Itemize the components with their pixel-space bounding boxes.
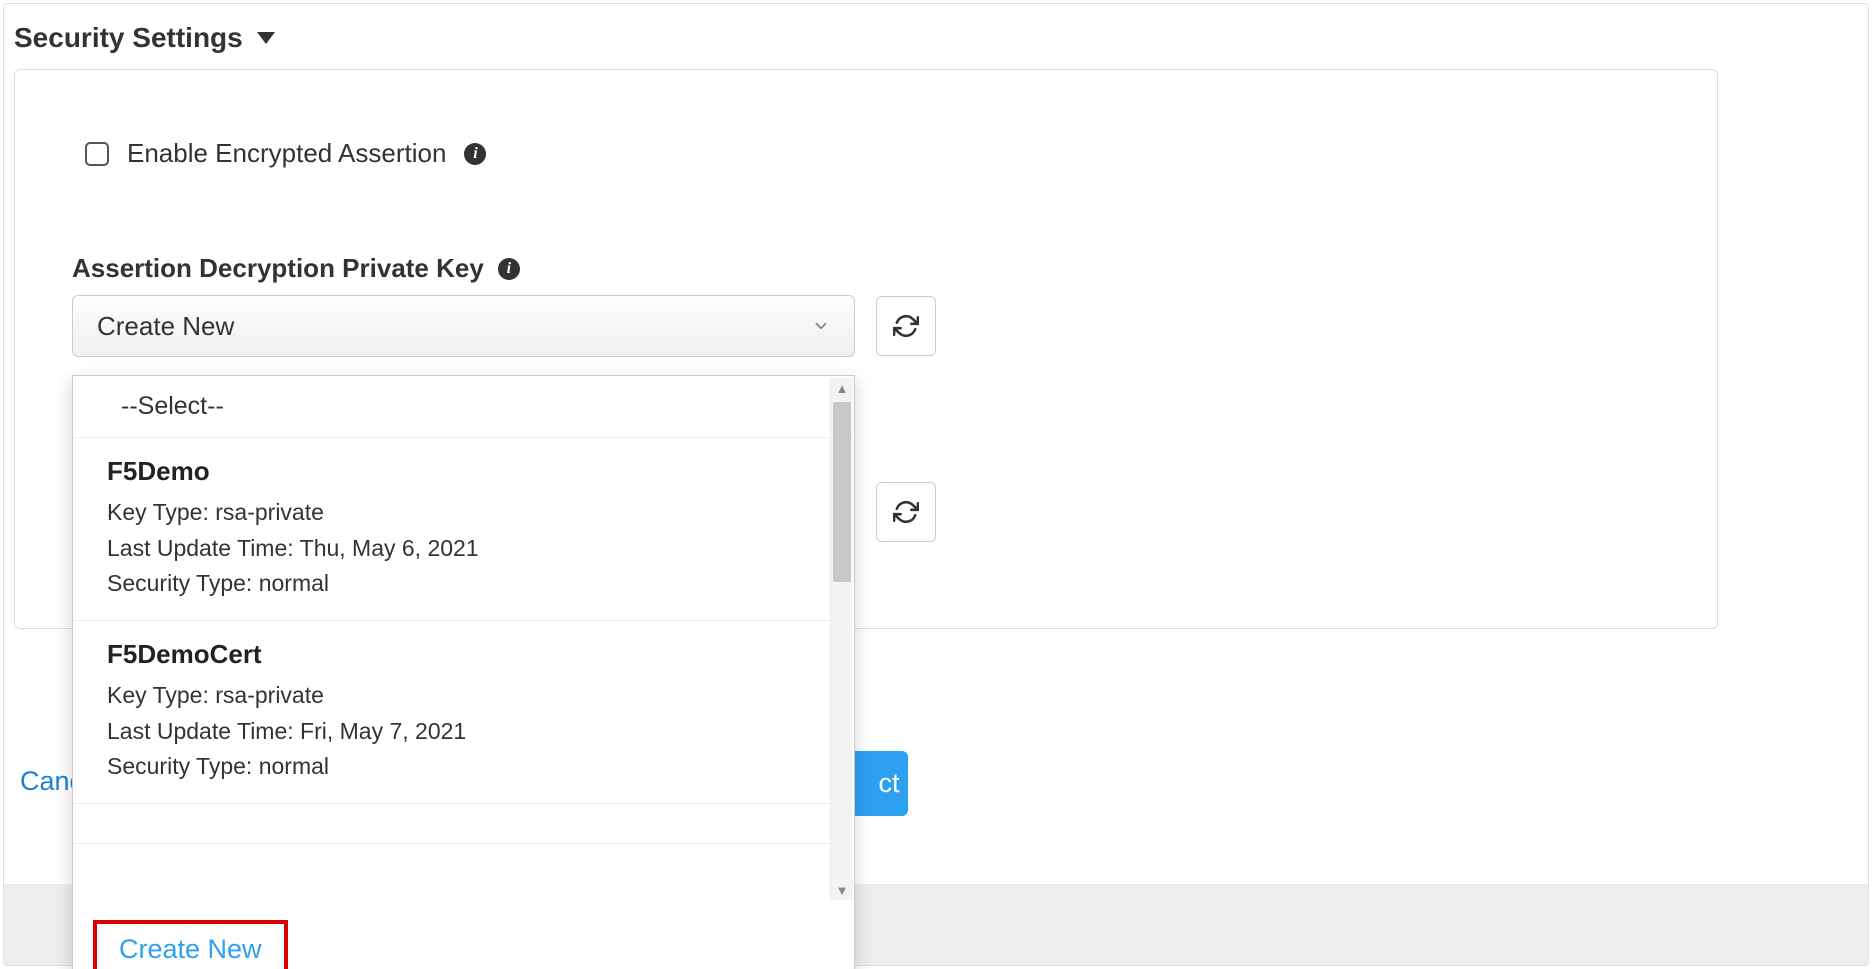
- dropdown-footer: Create New: [73, 906, 854, 969]
- info-icon[interactable]: [464, 143, 486, 165]
- scrollbar[interactable]: ▲ ▼: [830, 378, 852, 900]
- assertion-key-label: Assertion Decryption Private Key: [72, 253, 484, 284]
- refresh-icon: [893, 313, 919, 339]
- dropdown-option-f5demo[interactable]: F5Demo Key Type: rsa-private Last Update…: [73, 438, 854, 621]
- section-header[interactable]: Security Settings: [14, 22, 275, 54]
- meta-value: normal: [259, 570, 329, 596]
- option-meta: Security Type: normal: [107, 566, 820, 602]
- scroll-up-arrow-icon[interactable]: ▲: [831, 378, 853, 398]
- create-new-label: Create New: [119, 934, 262, 964]
- option-meta: Last Update Time: Thu, May 6, 2021: [107, 531, 820, 567]
- refresh-button[interactable]: [876, 296, 936, 356]
- dropdown-placeholder-label: --Select--: [121, 392, 224, 420]
- next-button-fragment: ct: [878, 768, 899, 799]
- dropdown-option-f5democert[interactable]: F5DemoCert Key Type: rsa-private Last Up…: [73, 621, 854, 804]
- scrollbar-thumb[interactable]: [833, 402, 851, 582]
- chevron-down-icon: [812, 311, 830, 342]
- assertion-key-selected-value: Create New: [97, 311, 234, 342]
- option-meta: Key Type: rsa-private: [107, 495, 820, 531]
- assertion-key-select[interactable]: Create New: [72, 295, 855, 357]
- next-button[interactable]: ct: [850, 751, 908, 816]
- meta-label: Last Update Time:: [107, 535, 294, 561]
- enable-encrypted-assertion-row: Enable Encrypted Assertion: [85, 138, 486, 169]
- option-meta: Security Type: normal: [107, 749, 820, 785]
- enable-encrypted-assertion-label: Enable Encrypted Assertion: [127, 138, 446, 169]
- info-icon[interactable]: [498, 258, 520, 280]
- scroll-down-arrow-icon[interactable]: ▼: [831, 880, 853, 900]
- option-meta: Last Update Time: Fri, May 7, 2021: [107, 714, 820, 750]
- assertion-key-label-row: Assertion Decryption Private Key: [72, 253, 520, 284]
- dropdown-scroll-area: --Select-- F5Demo Key Type: rsa-private …: [73, 376, 854, 906]
- meta-value: Thu, May 6, 2021: [300, 535, 479, 561]
- option-name: F5DemoCert: [107, 639, 820, 670]
- section-title: Security Settings: [14, 22, 243, 54]
- meta-label: Key Type:: [107, 682, 209, 708]
- meta-value: rsa-private: [215, 682, 324, 708]
- caret-down-icon: [257, 32, 275, 44]
- meta-value: rsa-private: [215, 499, 324, 525]
- dropdown-option-truncated[interactable]: [73, 804, 854, 844]
- option-name-truncated: [107, 810, 820, 841]
- meta-value: normal: [259, 753, 329, 779]
- refresh-button[interactable]: [876, 482, 936, 542]
- meta-label: Last Update Time:: [107, 718, 294, 744]
- meta-label: Security Type:: [107, 570, 252, 596]
- meta-label: Security Type:: [107, 753, 252, 779]
- meta-value: Fri, May 7, 2021: [300, 718, 466, 744]
- meta-label: Key Type:: [107, 499, 209, 525]
- assertion-key-dropdown: --Select-- F5Demo Key Type: rsa-private …: [72, 375, 855, 969]
- refresh-icon: [893, 499, 919, 525]
- enable-encrypted-assertion-checkbox[interactable]: [85, 142, 109, 166]
- dropdown-option-placeholder[interactable]: --Select--: [73, 376, 854, 438]
- option-name: F5Demo: [107, 456, 820, 487]
- option-meta: Key Type: rsa-private: [107, 678, 820, 714]
- create-new-option[interactable]: Create New: [93, 920, 288, 969]
